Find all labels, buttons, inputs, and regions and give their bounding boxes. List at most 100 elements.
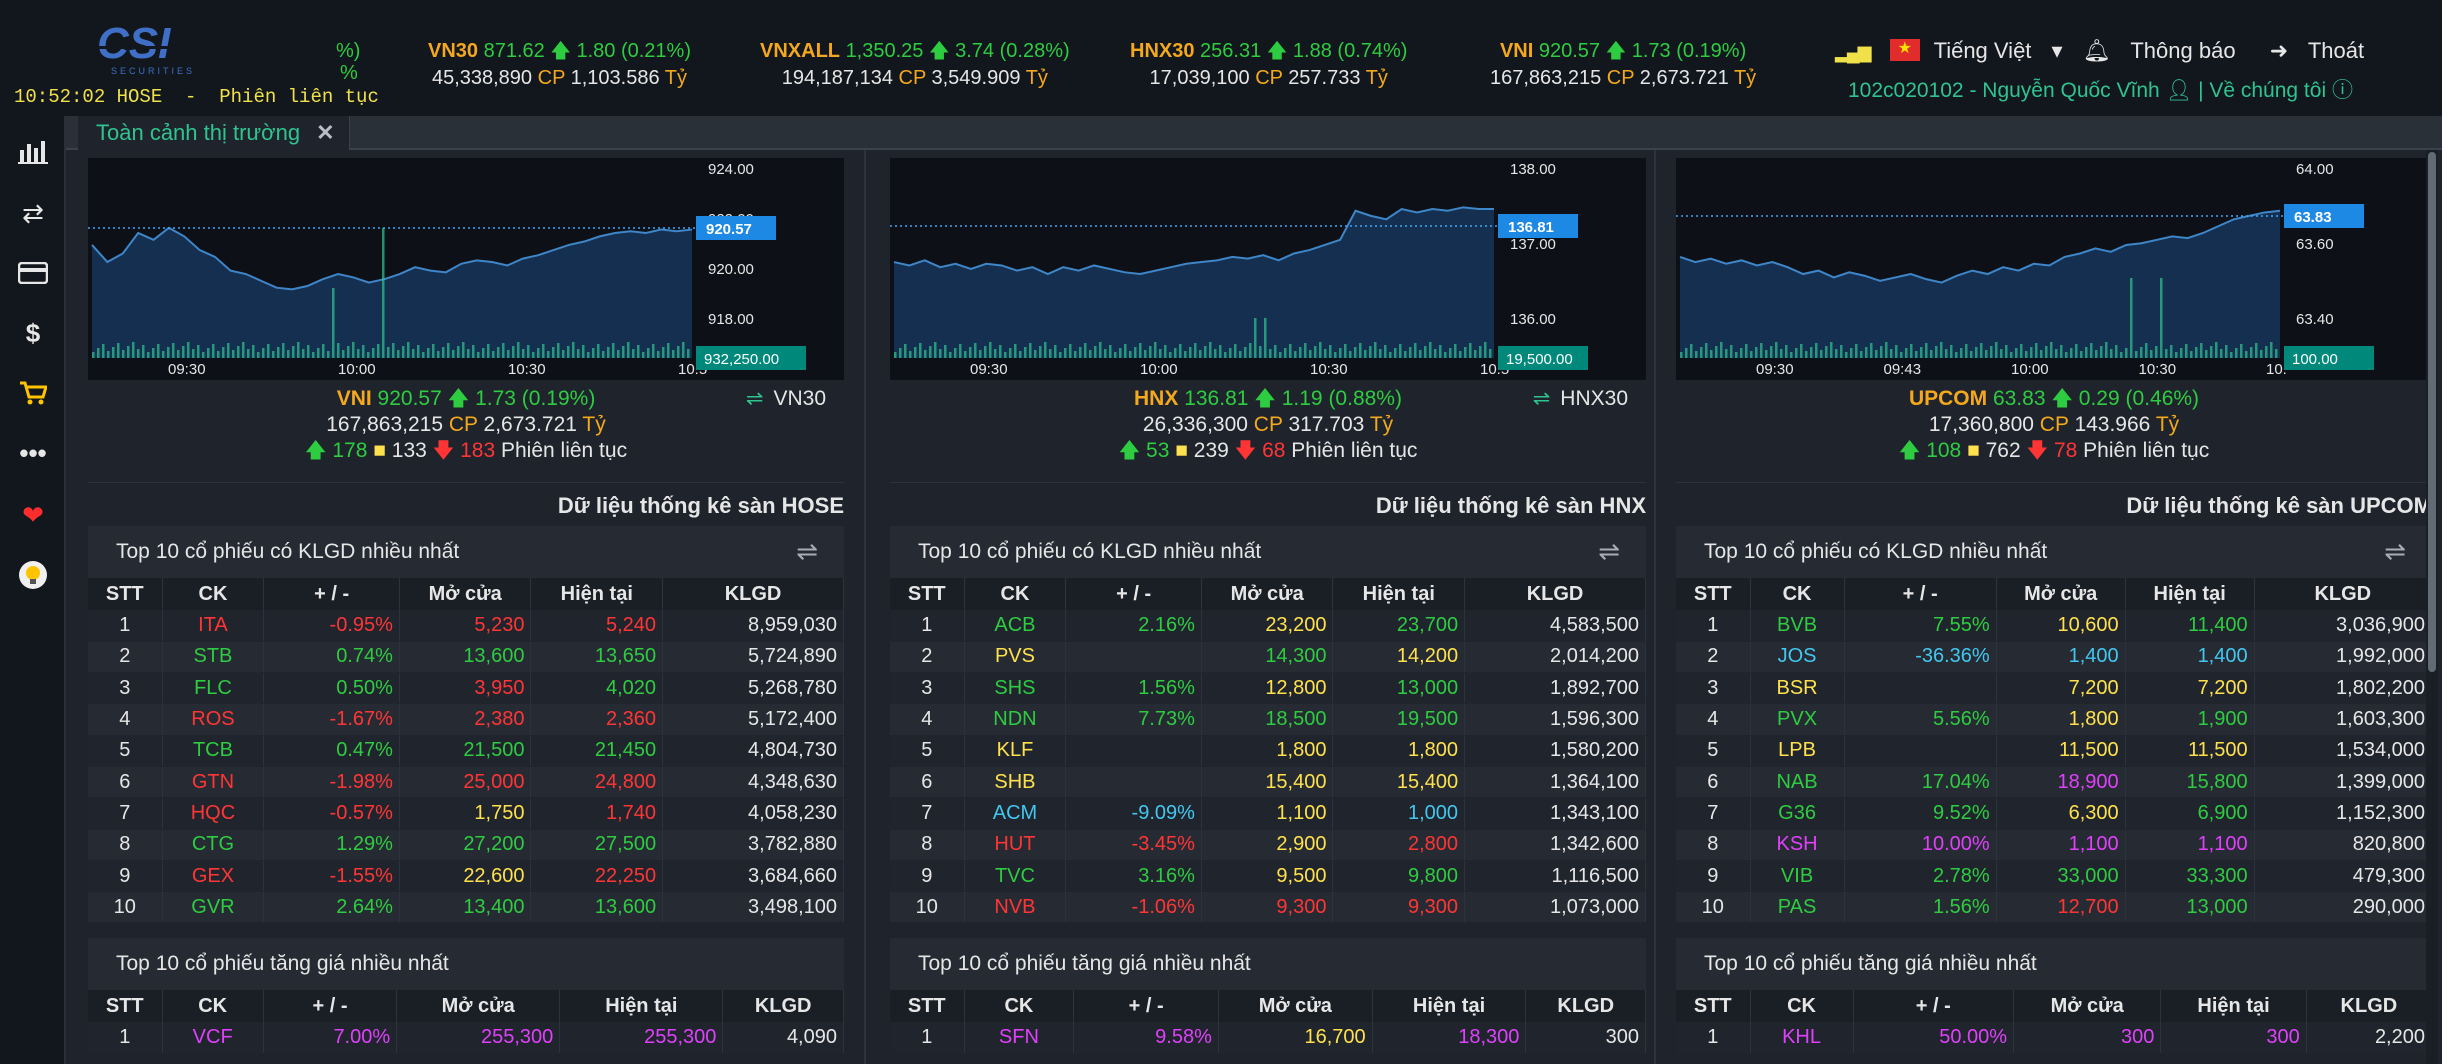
table-row[interactable]: 3 BSR 7,200 7,200 1,802,200	[1676, 672, 2433, 705]
user-settings-icon[interactable]: 👤︎	[2166, 79, 2193, 102]
column-header[interactable]: Hiện tại	[2160, 990, 2307, 1022]
column-header[interactable]: Hiện tại	[1332, 578, 1466, 610]
stock-symbol[interactable]: TVC	[964, 860, 1067, 893]
table-row[interactable]: 1 KHL 50.00% 300 300 2,200	[1676, 1022, 2433, 1054]
table-row[interactable]: 8 HUT -3.45% 2,900 2,800 1,342,600	[890, 829, 1646, 861]
intraday-chart[interactable]: 924.00922.00920.00918.0009:3010:0010:301…	[88, 158, 844, 380]
table-row[interactable]: 7 G36 9.52% 6,300 6,900 1,152,300	[1676, 797, 2433, 830]
column-header[interactable]: Mở cửa	[1218, 990, 1373, 1022]
column-header[interactable]: Mở cửa	[396, 990, 561, 1022]
stock-symbol[interactable]: LPB	[1750, 735, 1845, 767]
swap-icon[interactable]: ⇌	[1598, 536, 1620, 567]
notification-button[interactable]: 🔔︎ Thông báo	[2083, 38, 2250, 63]
column-header[interactable]: + / -	[1073, 990, 1219, 1022]
column-header[interactable]: STT	[1676, 990, 1751, 1022]
table-row[interactable]: 1 ACB 2.16% 23,200 23,700 4,583,500	[890, 610, 1646, 642]
stock-symbol[interactable]: ACM	[964, 797, 1067, 830]
table-row[interactable]: 3 FLC 0.50% 3,950 4,020 5,268,780	[88, 672, 844, 705]
stock-symbol[interactable]: PVS	[964, 641, 1067, 674]
scrollbar-thumb[interactable]	[2428, 152, 2436, 672]
column-header[interactable]: + / -	[263, 990, 398, 1022]
intraday-chart[interactable]: 138.00137.00136.0009:30 10:00 10:30 10:5136…	[890, 158, 1646, 380]
column-header[interactable]: STT	[88, 990, 163, 1022]
table-row[interactable]: 4 NDN 7.73% 18,500 19,500 1,596,300	[890, 703, 1646, 736]
language-selector[interactable]: Tiếng Việt ▾	[1889, 38, 2063, 63]
stock-symbol[interactable]: GTN	[162, 766, 265, 799]
column-header[interactable]: KLGD	[2254, 578, 2433, 610]
table-row[interactable]: 4 ROS -1.67% 2,380 2,360 5,172,400	[88, 703, 844, 736]
stock-symbol[interactable]: ACB	[964, 610, 1067, 642]
column-header[interactable]: KLGD	[1525, 990, 1646, 1022]
bulb-icon[interactable]	[14, 556, 52, 594]
stock-symbol[interactable]: STB	[162, 641, 265, 674]
stock-symbol[interactable]: G36	[1750, 797, 1845, 830]
stock-symbol[interactable]: KHL	[1750, 1022, 1854, 1054]
stock-symbol[interactable]: GEX	[162, 860, 265, 893]
stock-symbol[interactable]: PVX	[1750, 703, 1845, 736]
intraday-chart[interactable]: 64.00 63.60 63.40 09:30 09:43 10:00 10:30 10: 63…	[1676, 158, 2432, 380]
column-header[interactable]: Mở cửa	[1201, 578, 1334, 610]
more-icon[interactable]: •••	[14, 434, 52, 472]
column-header[interactable]: KLGD	[722, 990, 844, 1022]
table-row[interactable]: 7 HQC -0.57% 1,750 1,740 4,058,230	[88, 797, 844, 830]
stock-symbol[interactable]: HUT	[964, 829, 1067, 861]
table-row[interactable]: 6 GTN -1.98% 25,000 24,800 4,348,630	[88, 766, 844, 799]
switch-index-button[interactable]: ⇌ HNX30	[1533, 386, 1628, 412]
stock-symbol[interactable]: SFN	[964, 1022, 1075, 1054]
table-row[interactable]: 8 KSH 10.00% 1,100 1,100 820,800	[1676, 829, 2433, 861]
stock-symbol[interactable]: HQC	[162, 797, 265, 830]
stock-symbol[interactable]: VIB	[1750, 860, 1845, 893]
stock-symbol[interactable]: ROS	[162, 703, 265, 736]
account-label[interactable]: 102c020102 - Nguyễn Quốc Vĩnh	[1848, 79, 2160, 102]
table-row[interactable]: 9 TVC 3.16% 9,500 9,800 1,116,500	[890, 860, 1646, 893]
dollar-icon[interactable]: $	[14, 314, 52, 352]
column-header[interactable]: Mở cửa	[1996, 578, 2126, 610]
column-header[interactable]: KLGD	[1464, 578, 1646, 610]
table-row[interactable]: 10 PAS 1.56% 12,700 13,000 290,000	[1676, 891, 2433, 924]
table-row[interactable]: 5 KLF 1,800 1,800 1,580,200	[890, 735, 1646, 767]
stock-symbol[interactable]: ITA	[162, 610, 265, 642]
column-header[interactable]: CK	[964, 990, 1075, 1022]
table-row[interactable]: 2 STB 0.74% 13,600 13,650 5,724,890	[88, 641, 844, 674]
stock-symbol[interactable]: TCB	[162, 735, 265, 767]
stock-symbol[interactable]: NAB	[1750, 766, 1845, 799]
table-row[interactable]: 4 PVX 5.56% 1,800 1,900 1,603,300	[1676, 703, 2433, 736]
table-row[interactable]: 5 TCB 0.47% 21,500 21,450 4,804,730	[88, 735, 844, 767]
index-ticker-vni[interactable]: VNI 920.57 🡅 1.73 (0.19%) 167,863,215 CP…	[1490, 38, 1756, 92]
stock-symbol[interactable]: CTG	[162, 829, 265, 861]
switch-index-button[interactable]: ⇌ VN30	[746, 386, 826, 412]
table-row[interactable]: 2 PVS 14,300 14,200 2,014,200	[890, 641, 1646, 674]
table-row[interactable]: 10 GVR 2.64% 13,400 13,600 3,498,100	[88, 891, 844, 924]
csi-logo[interactable]: CSI SECURITIES	[93, 18, 225, 78]
swap-icon[interactable]: ⇌	[796, 536, 818, 567]
stock-symbol[interactable]: NDN	[964, 703, 1067, 736]
transfer-icon[interactable]: ⇄	[14, 194, 52, 232]
column-header[interactable]: + / -	[263, 578, 400, 610]
column-header[interactable]: Mở cửa	[2013, 990, 2162, 1022]
info-icon[interactable]: ⓘ	[2332, 79, 2353, 102]
stock-symbol[interactable]: KSH	[1750, 829, 1845, 861]
stock-symbol[interactable]: NVB	[964, 891, 1067, 924]
table-row[interactable]: 2 JOS -36.36% 1,400 1,400 1,992,000	[1676, 641, 2433, 674]
card-icon[interactable]	[14, 254, 52, 292]
tab-market-overview[interactable]: Toàn cảnh thị trường ✕	[78, 116, 350, 150]
table-row[interactable]: 3 SHS 1.56% 12,800 13,000 1,892,700	[890, 672, 1646, 705]
logout-button[interactable]: ➜ Thoát	[2270, 38, 2378, 63]
column-header[interactable]: + / -	[1853, 990, 2015, 1022]
table-row[interactable]: 1 ITA -0.95% 5,230 5,240 8,959,030	[88, 610, 844, 642]
close-icon[interactable]: ✕	[316, 120, 334, 145]
stock-symbol[interactable]: SHS	[964, 672, 1067, 705]
table-row[interactable]: 7 ACM -9.09% 1,100 1,000 1,343,100	[890, 797, 1646, 830]
table-row[interactable]: 8 CTG 1.29% 27,200 27,500 3,782,880	[88, 829, 844, 861]
chart-icon[interactable]	[14, 132, 52, 170]
table-row[interactable]: 1 VCF 7.00% 255,300 255,300 4,090	[88, 1022, 844, 1054]
column-header[interactable]: CK	[162, 578, 265, 610]
stock-symbol[interactable]: FLC	[162, 672, 265, 705]
column-header[interactable]: KLGD	[662, 578, 844, 610]
column-header[interactable]: CK	[1750, 578, 1845, 610]
stock-symbol[interactable]: KLF	[964, 735, 1067, 767]
heart-icon[interactable]: ❤	[14, 496, 52, 534]
column-header[interactable]: Hiện tại	[1372, 990, 1527, 1022]
index-ticker-vnxall[interactable]: VNXALL 1,350.25 🡅 3.74 (0.28%) 194,187,1…	[760, 38, 1070, 92]
table-row[interactable]: 5 LPB 11,500 11,500 1,534,000	[1676, 735, 2433, 767]
